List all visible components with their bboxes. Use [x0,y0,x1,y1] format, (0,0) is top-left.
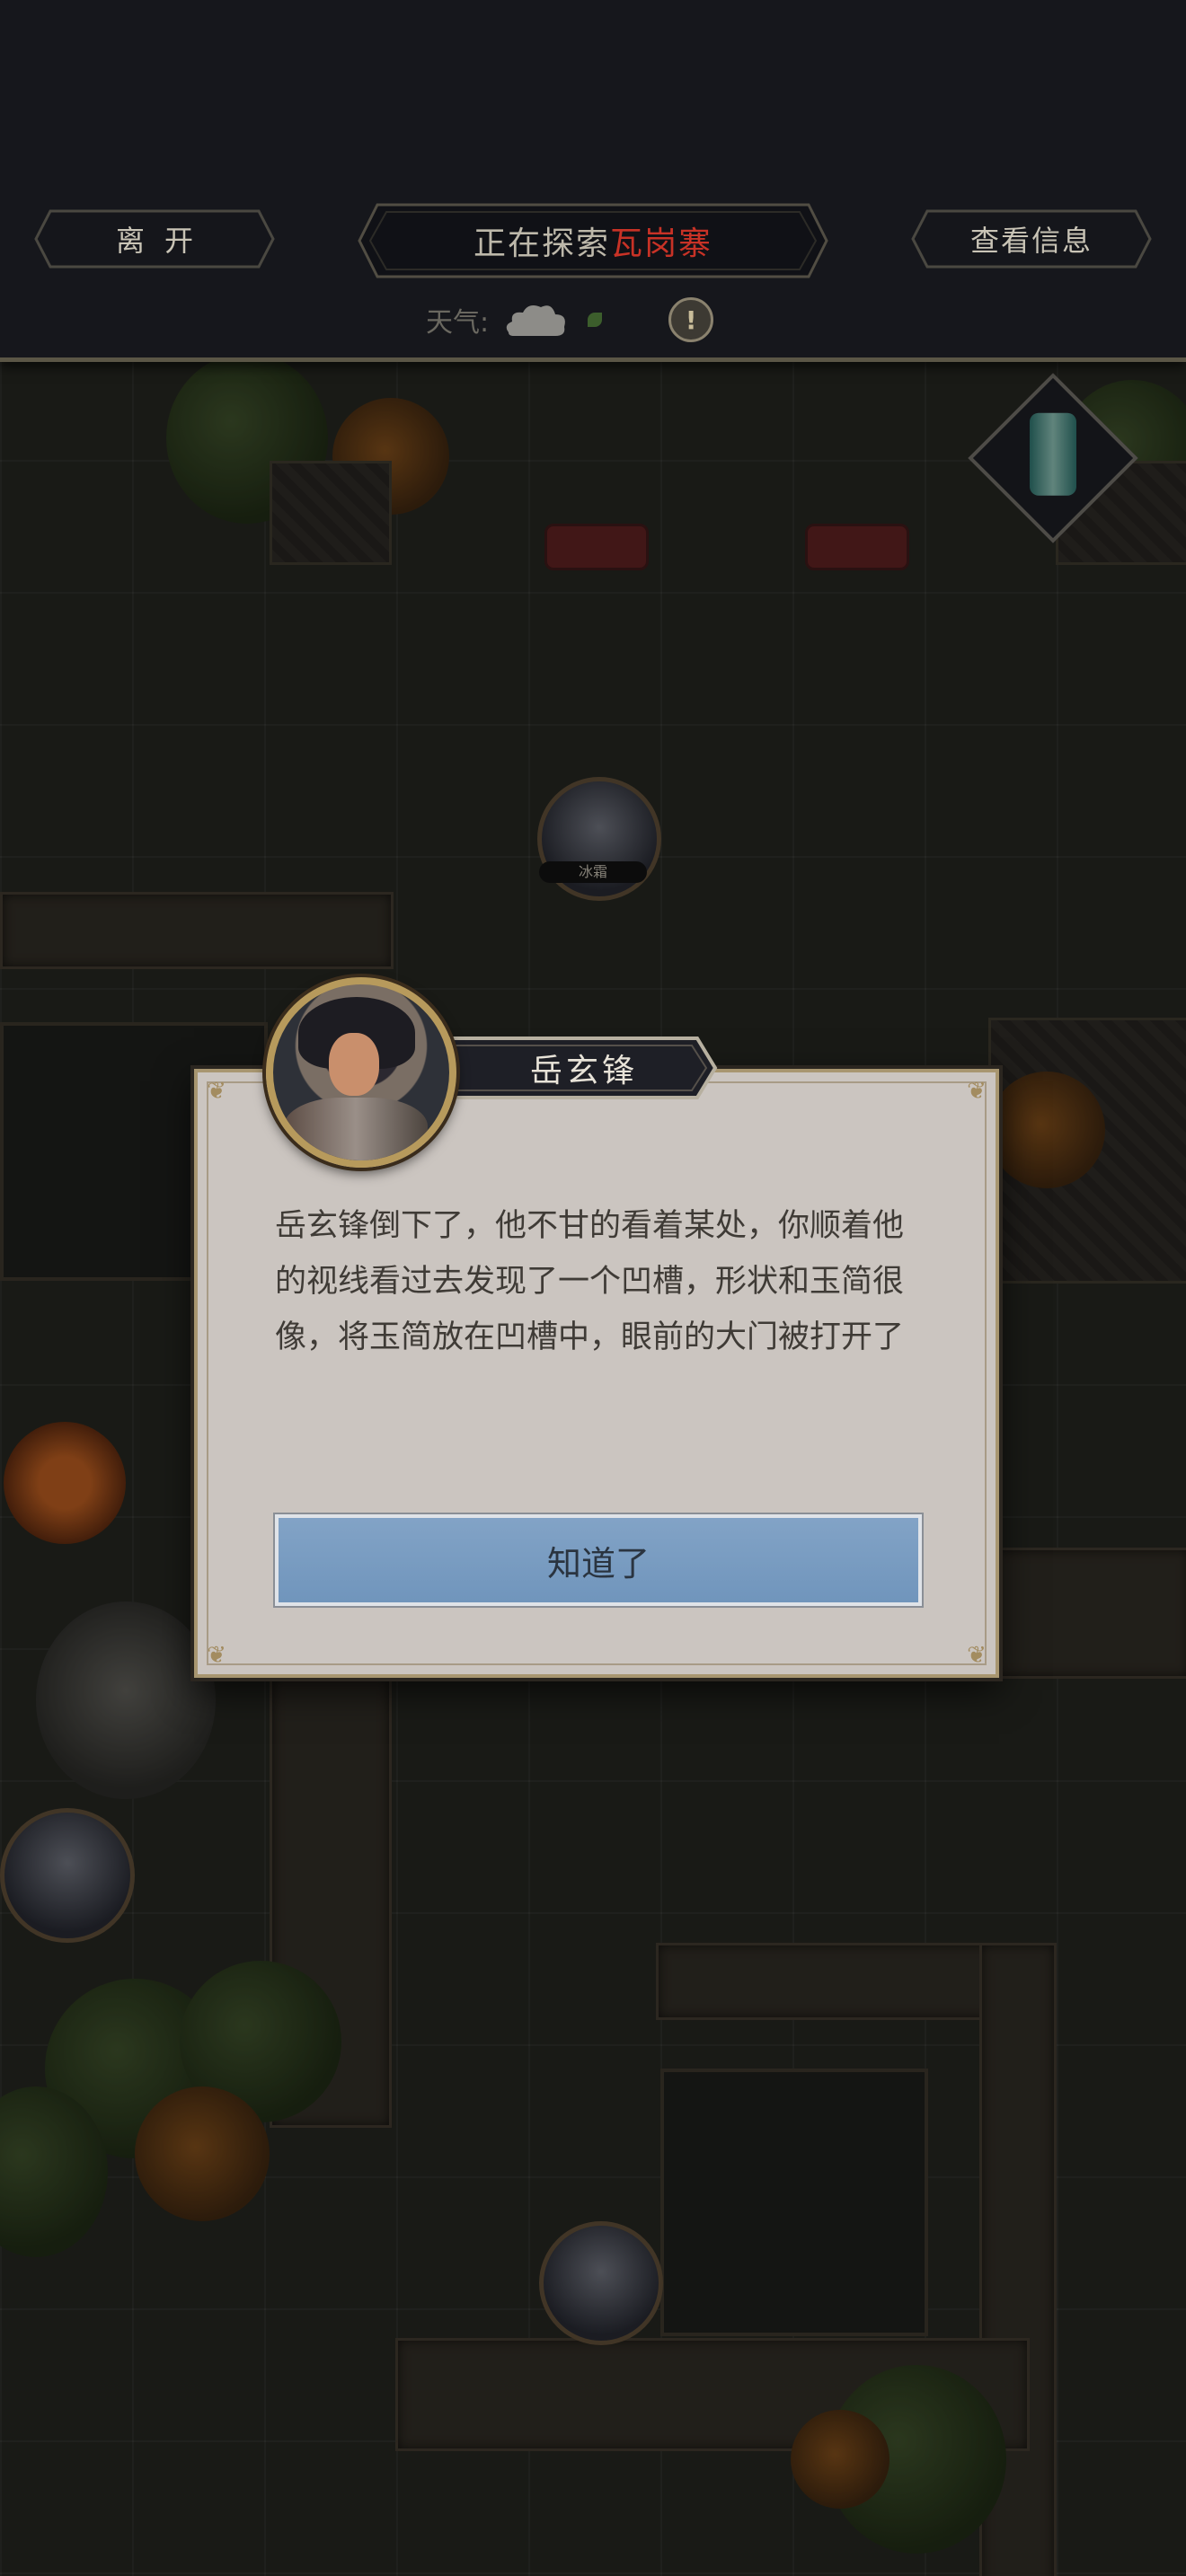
acknowledge-button[interactable]: 知道了 [273,1513,924,1608]
dialog-message: 岳玄锋倒下了，他不甘的看着某处，你顺着他的视线看过去发现了一个凹槽，形状和玉简很… [275,1208,905,1355]
weather-label: 天气: [426,307,490,339]
corner-ornament-icon: ❦ [967,1078,987,1105]
speaker-name-plate: 岳玄锋 [431,1031,719,1105]
corner-ornament-icon: ❦ [207,1642,226,1669]
corner-ornament-icon: ❦ [967,1642,987,1669]
exploring-prefix: 正在探索 [473,225,610,262]
speaker-avatar [266,977,456,1168]
cloud-icon [506,305,565,336]
exploring-title: 正在探索瓦岗寨 [358,203,828,278]
warning-icon[interactable]: ! [668,297,714,342]
speaker-name: 岳玄锋 [529,1053,638,1090]
top-bar: 离开 正在探索瓦岗寨 查看信息 天气: ! [0,0,1186,362]
view-info-button[interactable]: 查看信息 [911,209,1152,269]
location-name: 瓦岗寨 [610,225,713,262]
corner-ornament-icon: ❦ [207,1078,226,1105]
leaf-icon [588,313,603,327]
weather-row: 天气: ! [426,297,714,342]
leave-button[interactable]: 离开 [34,209,275,269]
